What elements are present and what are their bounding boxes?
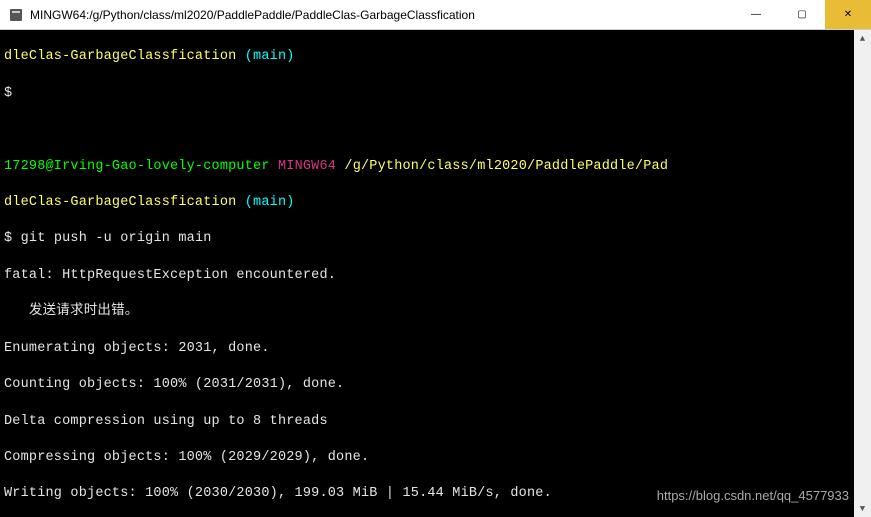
prompt-dollar: $ [4,85,867,103]
fatal-line: fatal: HttpRequestException encountered. [4,267,867,285]
window-title: MINGW64:/g/Python/class/ml2020/PaddlePad… [30,8,733,22]
app-icon [8,7,24,23]
minimize-button[interactable]: — [733,0,779,29]
cwd-path: /g/Python/class/ml2020/PaddlePaddle/Pad [344,159,668,174]
branch-name: (main) [245,49,295,64]
env-label: MINGW64 [278,159,336,174]
delta-line: Delta compression using up to 8 threads [4,413,867,431]
path-wrap2: dleClas-GarbageClassfication [4,195,236,210]
count-line: Counting objects: 100% (2031/2031), done… [4,376,867,394]
path-wrap: dleClas-GarbageClassfication [4,49,236,64]
branch-name2: (main) [245,195,295,210]
vertical-scrollbar[interactable]: ▲ ▼ [854,30,871,517]
terminal-output[interactable]: dleClas-GarbageClassfication (main) $ 17… [0,30,871,517]
git-command: git push -u origin main [21,231,212,246]
watermark-text: https://blog.csdn.net/qq_4577933 [657,488,849,503]
enum-line: Enumerating objects: 2031, done. [4,340,867,358]
maximize-button[interactable]: ▢ [779,0,825,29]
window-titlebar: MINGW64:/g/Python/class/ml2020/PaddlePad… [0,0,871,30]
window-controls: — ▢ ✕ [733,0,871,29]
zh-error: 发送请求时出错。 [4,303,867,321]
compress-line: Compressing objects: 100% (2029/2029), d… [4,449,867,467]
prompt-dollar2: $ [4,231,12,246]
scroll-up-icon[interactable]: ▲ [854,30,871,47]
scroll-down-icon[interactable]: ▼ [854,500,871,517]
close-button[interactable]: ✕ [825,0,871,29]
user-host: 17298@Irving-Gao-lovely-computer [4,159,270,174]
